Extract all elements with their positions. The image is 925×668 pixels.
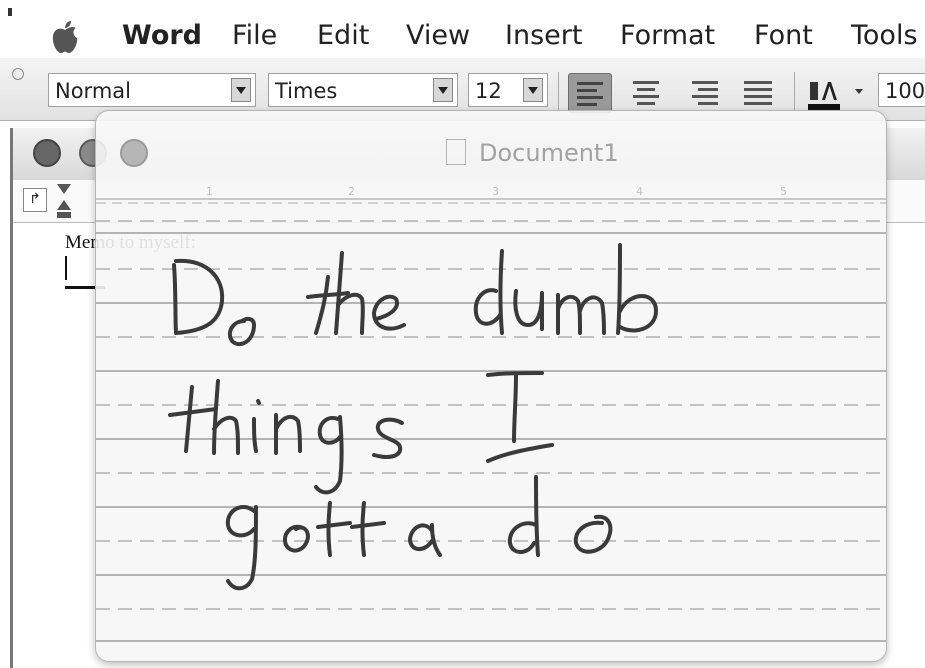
menu-tools[interactable]: Tools — [851, 16, 918, 56]
zoom-field[interactable]: 100 — [878, 73, 925, 107]
align-center-button[interactable] — [626, 73, 670, 113]
font-size-value: 12 — [475, 79, 502, 103]
handwriting-line-3 — [225, 475, 613, 591]
tab-stop-icon[interactable]: ↱ — [23, 188, 47, 212]
toolbar-separator — [558, 72, 559, 112]
menu-format[interactable]: Format — [620, 16, 715, 56]
font-dropdown[interactable]: Times — [268, 73, 458, 107]
menu-view[interactable]: View — [406, 16, 470, 56]
highlight-icon[interactable] — [808, 78, 840, 112]
align-right-button[interactable] — [684, 73, 728, 113]
apple-menu-icon[interactable] — [50, 20, 80, 54]
chevron-down-icon[interactable] — [523, 78, 543, 102]
chevron-down-icon[interactable] — [433, 78, 453, 102]
handwriting-line-1 — [172, 243, 658, 347]
font-value: Times — [275, 79, 338, 103]
font-size-dropdown[interactable]: 12 — [468, 73, 548, 107]
style-value: Normal — [55, 79, 131, 103]
zoom-value: 100 — [885, 79, 925, 103]
menu-file[interactable]: File — [232, 16, 277, 56]
corner-mark — [8, 8, 12, 16]
chevron-down-icon[interactable] — [855, 89, 863, 94]
menu-word[interactable]: Word — [122, 16, 202, 56]
style-dropdown[interactable]: Normal — [48, 73, 256, 107]
text-caret — [65, 256, 67, 280]
menu-font[interactable]: Font — [754, 16, 813, 56]
align-left-button[interactable] — [568, 73, 612, 113]
menu-edit[interactable]: Edit — [317, 16, 369, 56]
menu-bar: Word File Edit View Insert Format Font T… — [0, 0, 925, 60]
chevron-down-icon[interactable] — [231, 78, 251, 102]
handwriting-line-2 — [168, 371, 554, 495]
close-icon[interactable] — [33, 139, 61, 167]
handwriting-ink — [168, 243, 658, 591]
toolbar-grip-icon[interactable] — [12, 68, 24, 80]
toolbar-separator — [794, 72, 795, 112]
justify-button[interactable] — [738, 73, 782, 113]
ink-pad[interactable]: Document1 1 2 3 4 5 — [95, 110, 887, 662]
menu-insert[interactable]: Insert — [505, 16, 582, 56]
